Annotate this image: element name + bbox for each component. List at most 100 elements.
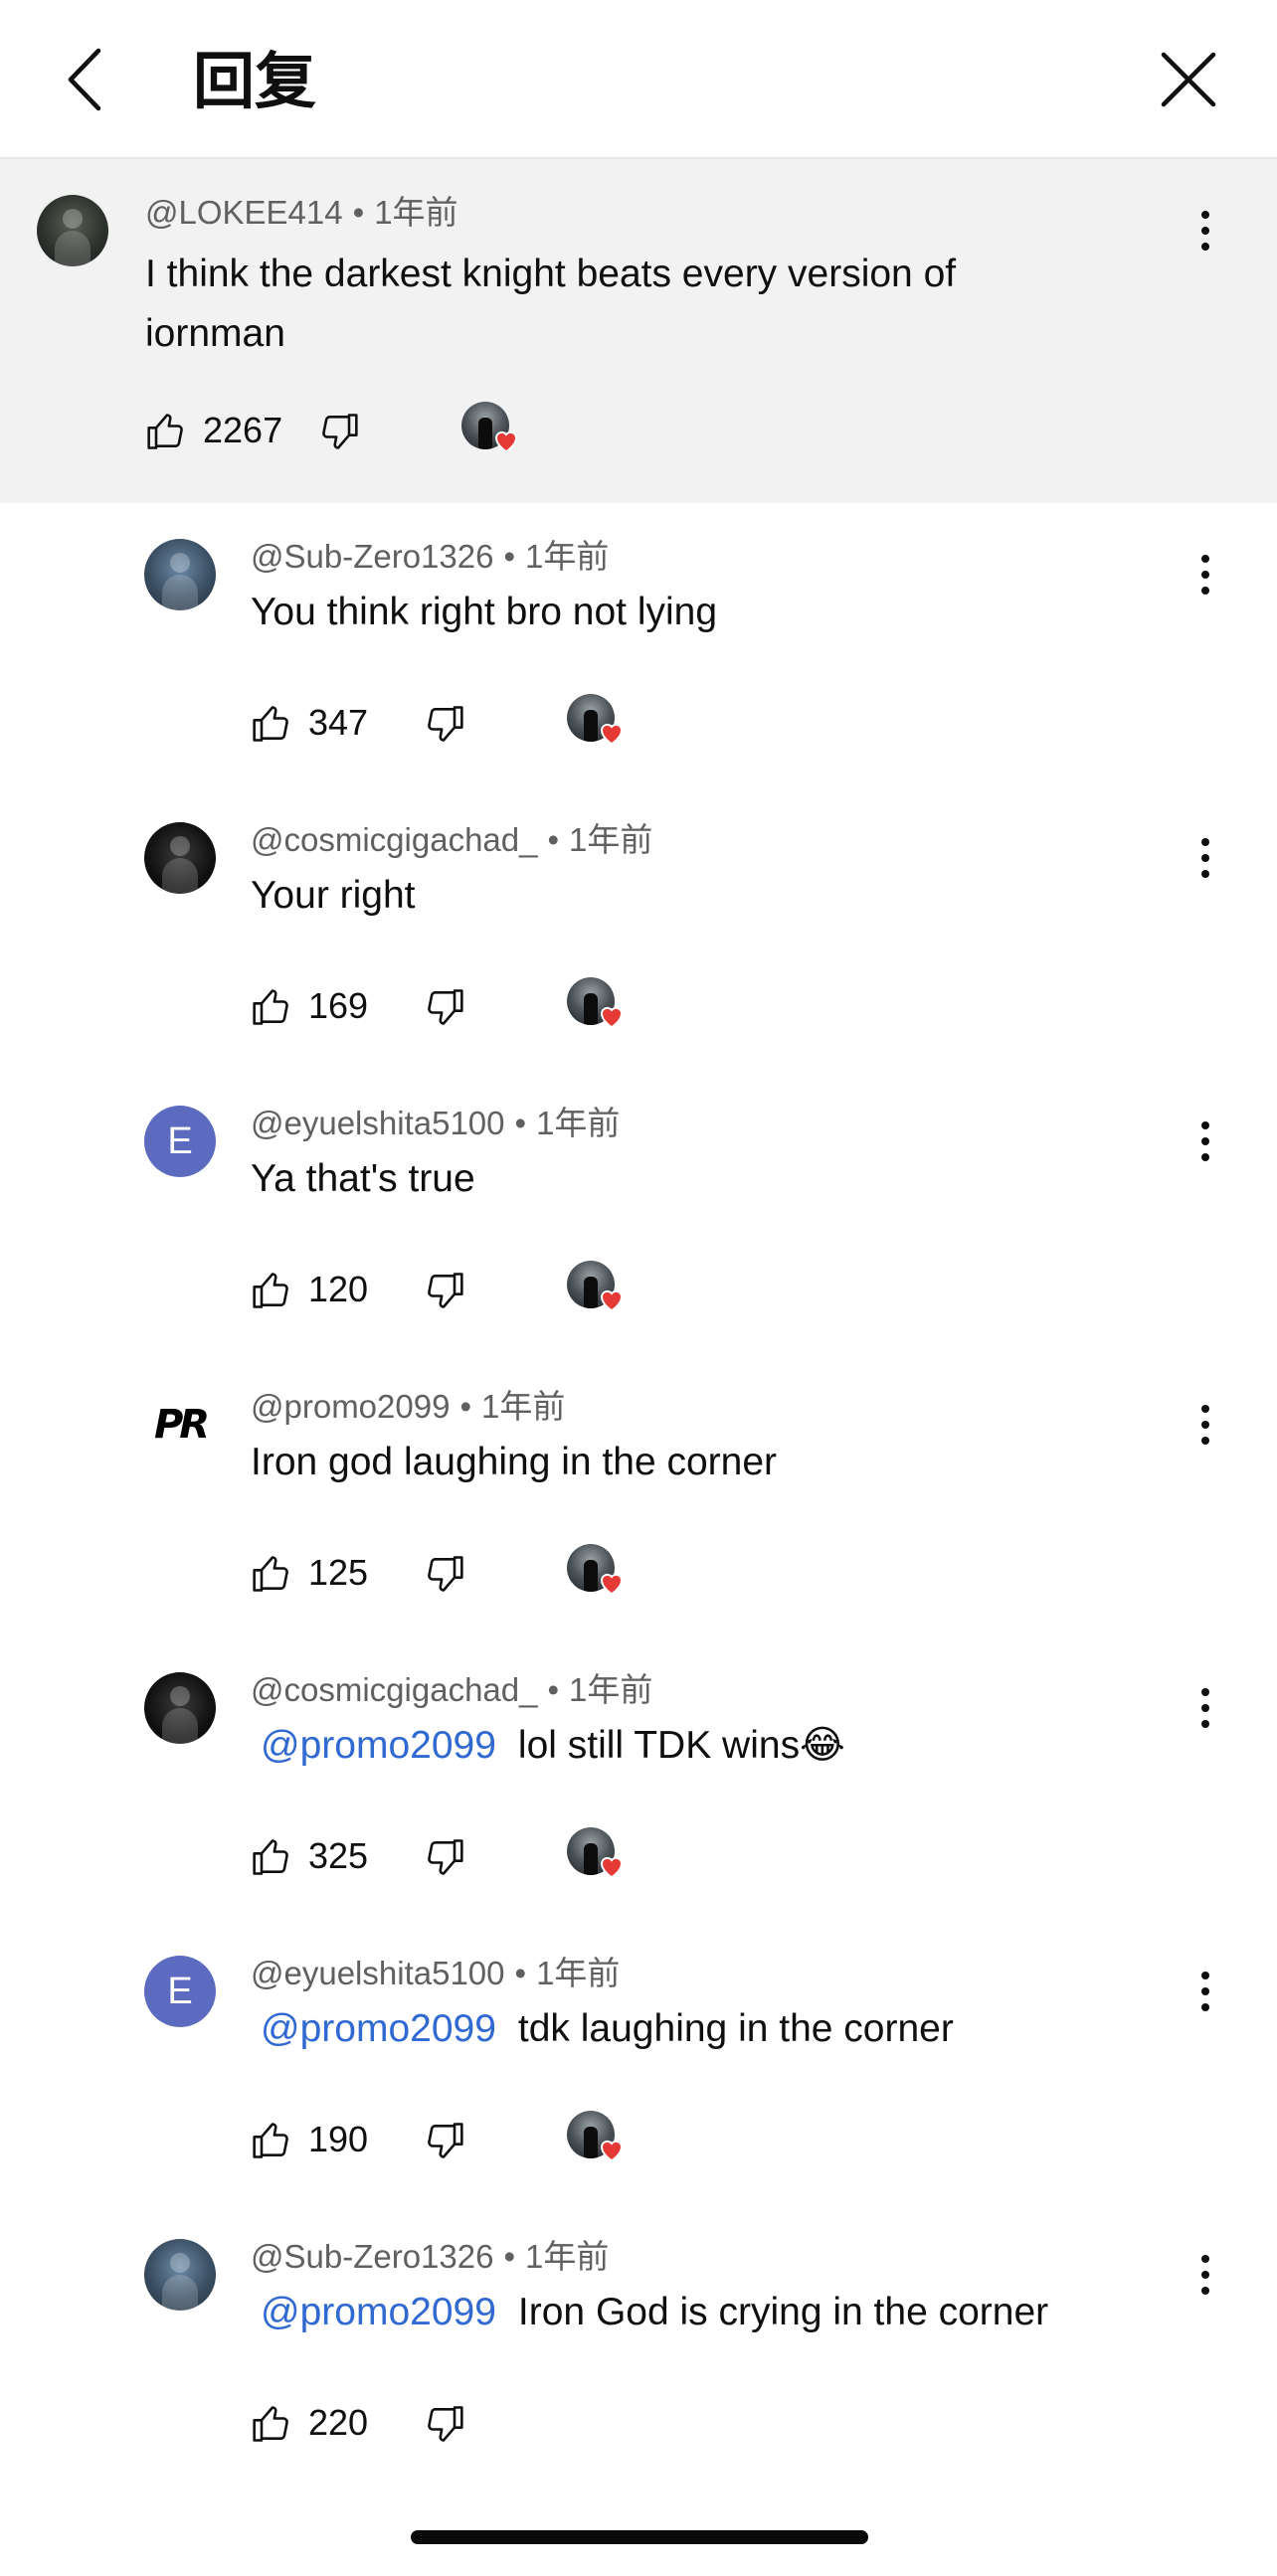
comment-time: 1年前 [374,194,458,231]
thumbs-down-icon[interactable] [422,985,465,1029]
avatar[interactable]: E [144,1956,216,2027]
comment-body: tdk laughing in the corner [517,2007,954,2050]
comment-time: 1年前 [525,538,610,575]
reply-item: @cosmicgigachad_ • 1年前 Your right 169 [0,786,1277,1070]
thumbs-down-icon[interactable] [422,2402,465,2446]
comment-time: 1年前 [569,821,653,858]
thumbs-up-icon[interactable] [251,702,294,746]
comment-actions: 347 [251,694,748,754]
avatar[interactable] [144,539,216,610]
comment-body: Iron God is crying in the corner [517,2291,1049,2333]
avatar[interactable]: PR [144,1389,216,1460]
comment-time: 1年前 [536,1955,621,1991]
avatar[interactable] [37,195,108,266]
home-indicator [411,2530,868,2544]
close-button[interactable] [1154,45,1223,114]
mention-link[interactable]: @promo2099 [261,2007,496,2050]
back-button[interactable] [55,40,114,119]
more-options-button[interactable] [1186,1962,1225,2021]
comment-actions: 2267 [145,402,642,461]
more-options-button[interactable] [1186,2245,1225,2305]
more-vert-icon [1201,211,1209,219]
comment-text: Ya that's true [251,1149,1166,1209]
more-options-button[interactable] [1186,1395,1225,1455]
like-count: 325 [308,1835,369,1876]
like-count: 169 [308,985,369,1026]
avatar-letter: E [167,1119,193,1162]
more-options-button[interactable] [1186,201,1225,260]
avatar-logo-text: PR [153,1402,210,1448]
comment-time: 1年前 [569,1671,653,1708]
avatar[interactable] [144,822,216,894]
comment-body: Iron god laughing in the corner [251,1441,778,1483]
comment-actions: 169 [251,977,748,1037]
comment-body: You think right bro not lying [251,591,718,633]
thumbs-down-icon[interactable] [422,1269,465,1312]
thumbs-up-icon[interactable] [251,2119,294,2162]
avatar[interactable]: E [144,1106,216,1177]
comment-actions: 220 [251,2394,748,2454]
mention-link[interactable]: @promo2099 [261,1724,496,1767]
thumbs-down-icon[interactable] [316,410,360,453]
creator-heart-icon [567,1261,624,1316]
more-options-button[interactable] [1186,545,1225,604]
reply-item: E @eyuelshita5100 • 1年前 Ya that's true 120 [0,1070,1277,1353]
comment-text: @promo2099 lol still TDK wins😂 [251,1716,1166,1776]
thumbs-up-icon[interactable] [145,410,189,453]
reply-item: @Sub-Zero1326 • 1年前 You think right bro no… [0,503,1277,786]
thumbs-down-icon[interactable] [422,702,465,746]
reply-item: @Sub-Zero1326 • 1年前 @promo2099 Iron God is … [0,2203,1277,2487]
thumbs-up-icon[interactable] [251,1552,294,1596]
comment-time: 1年前 [536,1105,621,1141]
more-options-button[interactable] [1186,1112,1225,1171]
more-vert-icon [1201,838,1209,846]
thumbs-down-icon[interactable] [422,1835,465,1879]
avatar[interactable] [144,2239,216,2311]
more-vert-icon [1201,2255,1209,2263]
creator-heart-icon [567,694,624,750]
creator-heart-icon [567,1827,624,1883]
avatar-letter: E [167,1970,193,2012]
comment-text: You think right bro not lying [251,583,1166,642]
comment-author[interactable]: @eyuelshita5100 [251,1105,505,1141]
comment-actions: 325 [251,1827,748,1887]
comment-meta: @promo2099 • 1年前 [251,1388,566,1425]
chevron-left-icon [68,48,101,111]
comment-meta: @Sub-Zero1326 • 1年前 [251,538,610,575]
comment-author[interactable]: @Sub-Zero1326 [251,2238,493,2275]
reply-item: @cosmicgigachad_ • 1年前 @promo2099 lol still… [0,1636,1277,1920]
thumbs-down-icon[interactable] [422,1552,465,1596]
comment-author[interactable]: @eyuelshita5100 [251,1955,505,1991]
more-vert-icon [1201,555,1209,563]
thumbs-up-icon[interactable] [251,1269,294,1312]
mention-link[interactable]: @promo2099 [261,2291,496,2333]
avatar[interactable] [144,1672,216,1744]
comment-author[interactable]: @cosmicgigachad_ [251,821,537,858]
thumbs-up-icon[interactable] [251,1835,294,1879]
comment-meta: @cosmicgigachad_ • 1年前 [251,821,653,858]
comment-text: @promo2099 tdk laughing in the corner [251,1999,1166,2059]
like-count: 120 [308,1269,369,1309]
like-count: 190 [308,2119,369,2159]
top-comment: @LOKEE414 • 1年前 I think the darkest knight… [0,159,1277,503]
comment-text: @promo2099 Iron God is crying in the corn… [251,2283,1166,2342]
more-options-button[interactable] [1186,1678,1225,1738]
more-vert-icon [1201,1405,1209,1413]
comment-author[interactable]: @LOKEE414 [145,194,343,231]
comment-author[interactable]: @promo2099 [251,1388,450,1425]
like-count: 220 [308,2402,369,2443]
header-bar: 回复 [0,0,1277,159]
thumbs-down-icon[interactable] [422,2119,465,2162]
comment-meta: @eyuelshita5100 • 1年前 [251,1105,621,1141]
thumbs-up-icon[interactable] [251,985,294,1029]
comment-text: Iron god laughing in the corner [251,1433,1166,1492]
comment-author[interactable]: @cosmicgigachad_ [251,1671,537,1708]
comment-meta: @Sub-Zero1326 • 1年前 [251,2238,610,2275]
reply-item: PR @promo2099 • 1年前 Iron god laughing in t… [0,1353,1277,1636]
comment-actions: 190 [251,2111,748,2170]
comment-body: Your right [251,874,416,917]
more-options-button[interactable] [1186,828,1225,888]
thumbs-up-icon[interactable] [251,2402,294,2446]
comment-text: I think the darkest knight beats every v… [145,253,957,355]
comment-author[interactable]: @Sub-Zero1326 [251,538,493,575]
